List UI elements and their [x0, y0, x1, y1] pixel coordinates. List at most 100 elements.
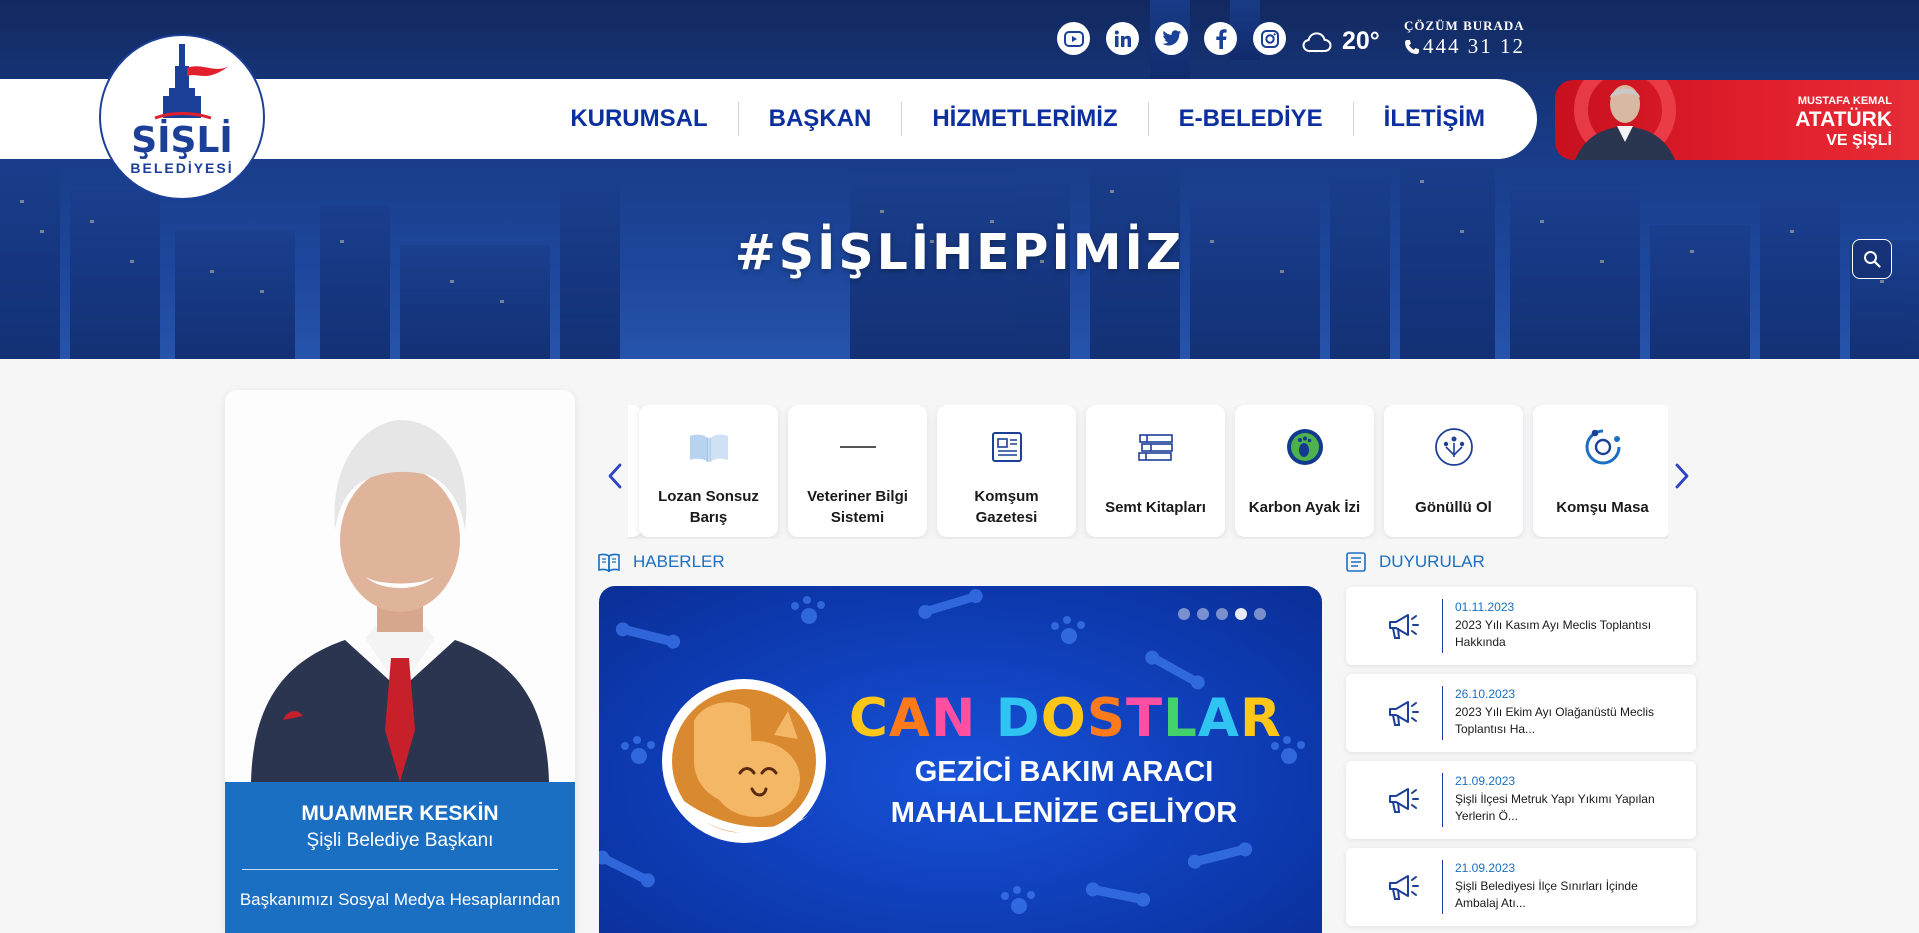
news-icon: [598, 553, 620, 572]
service-label: Karbon Ayak İzi: [1248, 498, 1361, 516]
slide-title-letter: A: [888, 688, 931, 749]
announcement-date: 26.10.2023: [1455, 687, 1516, 701]
hero-banner: #ŞİŞLİHEPİMİZ: [0, 0, 1919, 359]
service-card[interactable]: Lozan Sonsuz Barış: [639, 405, 778, 537]
hotline-label: ÇÖZÜM BURADA: [1404, 18, 1525, 33]
news-section-header[interactable]: HABERLER: [598, 552, 725, 572]
slide-title-letter: A: [1197, 688, 1240, 749]
nav-item-kurumsal[interactable]: KURUMSAL: [540, 101, 737, 137]
sisli-logo[interactable]: ŞİŞLİ BELEDİYESİ: [99, 34, 265, 200]
service-label: Veteriner Bilgi Sistemi: [807, 488, 908, 526]
announcement-item[interactable]: 21.09.2023 Şişli Belediyesi İlçe Sınırla…: [1346, 848, 1696, 926]
announcement-text: 2023 Yılı Ekim Ayı Olağanüstü Meclis Top…: [1455, 705, 1654, 736]
books-icon: [1137, 434, 1173, 461]
slide-title-letter: R: [1239, 688, 1282, 749]
announcement-item[interactable]: 01.11.2023 2023 Yılı Kasım Ayı Meclis To…: [1346, 587, 1696, 665]
slide-title-letter: C: [849, 688, 889, 749]
service-card[interactable]: Gönüllü Ol: [1384, 405, 1523, 537]
hero-hashtag-title: #ŞİŞLİHEPİMİZ: [734, 224, 1185, 281]
divider: [1442, 686, 1443, 740]
clock-tower-icon: [154, 44, 229, 120]
newspaper-icon: [991, 432, 1022, 462]
megaphone-icon: [1389, 875, 1419, 900]
nav-item-hizmetlerimiz[interactable]: HİZMETLERİMİZ: [902, 101, 1147, 137]
chevron-right-icon: [1675, 463, 1689, 489]
mayor-role: Şişli Belediye Başkanı: [306, 830, 494, 851]
mayor-social-text: Başkanımızı Sosyal Medya Hesaplarından: [239, 890, 561, 909]
slide-title-letter: N: [930, 688, 977, 749]
service-card[interactable]: Komşum Gazetesi: [937, 405, 1076, 537]
announcements-section-header[interactable]: DUYURULAR: [1346, 552, 1485, 572]
announcement-date: 01.11.2023: [1455, 600, 1515, 614]
book-icon: [689, 434, 728, 462]
search-icon: [1864, 251, 1881, 268]
chevron-left-icon: [608, 463, 622, 489]
slide-line2: MAHALLENİZE GELİYOR: [890, 797, 1238, 829]
search-button[interactable]: [1852, 239, 1892, 279]
divider: [1442, 773, 1443, 827]
service-label: Komşum Gazetesi: [974, 488, 1039, 526]
weather-widget: 20°: [1302, 27, 1380, 56]
megaphone-icon: [1389, 701, 1419, 726]
social-links: [1057, 22, 1286, 55]
divider: [1442, 599, 1443, 653]
ataturk-line1: MUSTAFA KEMAL: [1797, 95, 1892, 107]
linkedin-icon[interactable]: [1106, 22, 1139, 55]
divider: [242, 869, 558, 870]
news-section-title: HABERLER: [633, 552, 725, 571]
table-icon: [1585, 429, 1620, 465]
slider-dot-active[interactable]: [1235, 608, 1247, 620]
mayor-photo: [225, 390, 575, 782]
announcement-list-icon: [1346, 552, 1366, 572]
service-label: Komşu Masa: [1556, 498, 1649, 516]
service-card[interactable]: Komşu Masa: [1533, 405, 1668, 537]
service-label: Gönüllü Ol: [1415, 498, 1492, 516]
logo-wordmark: ŞİŞLİ: [131, 120, 233, 161]
slide-title-letter: L: [1163, 688, 1198, 749]
carousel-next-button[interactable]: [1672, 461, 1692, 491]
announcements-section-title: DUYURULAR: [1379, 552, 1485, 571]
nav-item-iletisim[interactable]: İLETİŞİM: [1354, 101, 1515, 137]
service-card[interactable]: Veteriner Bilgi Sistemi: [788, 405, 927, 537]
mayor-card[interactable]: MUAMMER KESKİN Şişli Belediye Başkanı Ba…: [225, 390, 575, 933]
announcement-text: Şişli Belediyesi İlçe Sınırları İçinde A…: [1455, 879, 1638, 910]
divider: [1442, 860, 1443, 914]
temperature: 20°: [1342, 27, 1380, 55]
slide-title-letter: [976, 688, 995, 749]
ataturk-line3: VE ŞİŞLİ: [1826, 132, 1892, 149]
slider-pagination: [1178, 608, 1266, 620]
announcement-item[interactable]: 21.09.2023 Şişli İlçesi Metruk Yapı Yıkı…: [1346, 761, 1696, 839]
cloud-icon: [1302, 31, 1332, 53]
slide-title-letter: T: [1125, 688, 1164, 749]
services-carousel: Lozan Sonsuz Barış Veteriner Bilgi Siste…: [628, 405, 1668, 539]
ataturk-banner[interactable]: MUSTAFA KEMAL ATATÜRK VE ŞİŞLİ: [1555, 80, 1919, 160]
slide-title-letter: S: [1086, 688, 1126, 749]
megaphone-icon: [1389, 614, 1419, 639]
announcement-date: 21.09.2023: [1455, 861, 1516, 875]
service-card[interactable]: Semt Kitapları: [1086, 405, 1225, 537]
slider-dot[interactable]: [1254, 608, 1266, 620]
twitter-icon[interactable]: [1155, 22, 1188, 55]
hotline-number: 444 31 12: [1423, 34, 1525, 58]
facebook-icon[interactable]: [1204, 22, 1237, 55]
youtube-icon[interactable]: [1057, 22, 1090, 55]
ataturk-line2: ATATÜRK: [1795, 108, 1892, 131]
footprint-icon: [1286, 429, 1323, 465]
carousel-prev-button[interactable]: [605, 461, 625, 491]
vet-logo-icon: [839, 446, 876, 448]
slide-title-letter: D: [995, 688, 1041, 749]
service-label: Semt Kitapları: [1105, 498, 1206, 516]
instagram-icon[interactable]: [1253, 22, 1286, 55]
slide-line1: GEZİCİ BAKIM ARACI: [914, 756, 1214, 788]
slider-dot[interactable]: [1197, 608, 1209, 620]
slider-dot[interactable]: [1178, 608, 1190, 620]
nav-item-e-belediye[interactable]: E-BELEDİYE: [1149, 101, 1353, 137]
nav-item-baskan[interactable]: BAŞKAN: [739, 101, 902, 137]
news-slider[interactable]: CAN DOSTLAR GEZİCİ BAKIM ARACI MAHALLENİ…: [599, 586, 1322, 933]
service-card[interactable]: Karbon Ayak İzi: [1235, 405, 1374, 537]
city-skyline-image: [0, 0, 1919, 359]
announcement-item[interactable]: 26.10.2023 2023 Yılı Ekim Ayı Olağanüstü…: [1346, 674, 1696, 752]
slider-dot[interactable]: [1216, 608, 1228, 620]
hotline[interactable]: ÇÖZÜM BURADA 444 31 12: [1404, 18, 1525, 59]
megaphone-icon: [1389, 788, 1419, 813]
